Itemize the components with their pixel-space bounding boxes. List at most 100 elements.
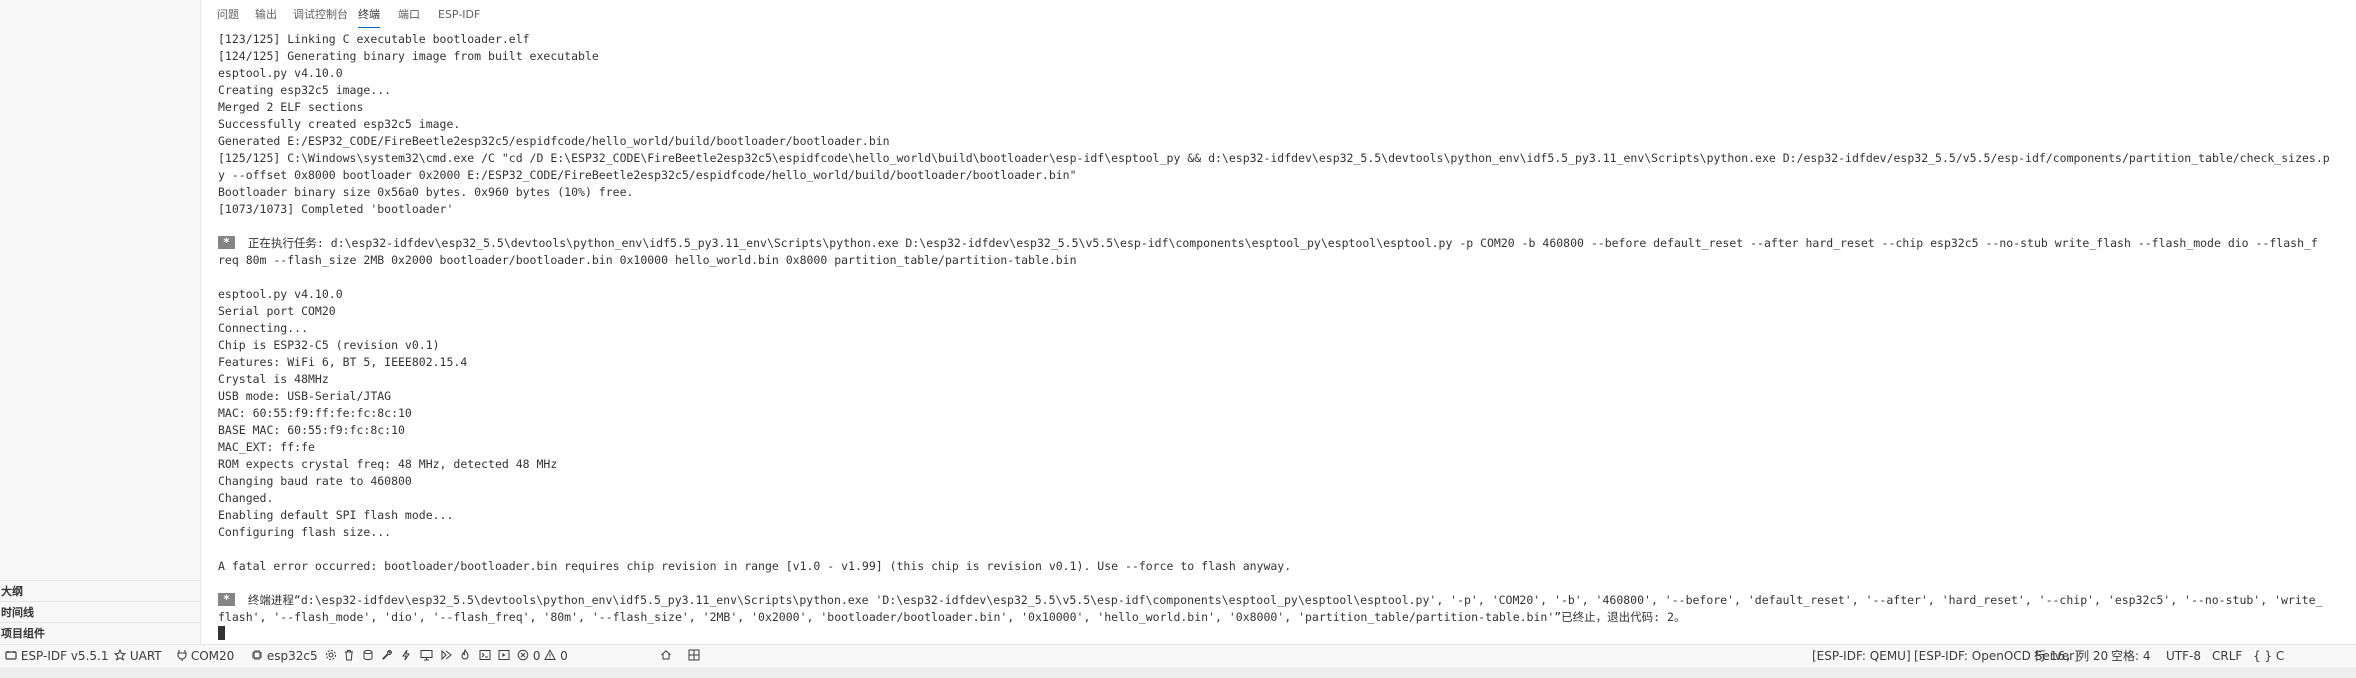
terminal-line-text: Configuring flash size... bbox=[218, 525, 392, 539]
terminal-line: Features: WiFi 6, BT 5, IEEE802.15.4 bbox=[218, 354, 467, 371]
terminal-line: req 80m --flash_size 2MB 0x2000 bootload… bbox=[218, 252, 1077, 269]
terminal-line: esptool.py v4.10.0 bbox=[218, 286, 343, 303]
error-icon bbox=[517, 646, 529, 668]
tab-terminal[interactable]: 终端 bbox=[358, 0, 380, 30]
terminal-line-text: esptool.py v4.10.0 bbox=[218, 287, 343, 301]
encoding-item[interactable]: UTF-8 bbox=[2166, 645, 2201, 667]
terminal-output[interactable]: [123/125] Linking C executable bootloade… bbox=[218, 31, 2356, 643]
terminal-line-text: Serial port COM20 bbox=[218, 304, 336, 318]
language-item[interactable]: { } C bbox=[2253, 645, 2284, 667]
tab-problems[interactable]: 问题 bbox=[217, 0, 239, 30]
terminal-line: Generated E:/ESP32_CODE/FireBeetle2esp32… bbox=[218, 133, 890, 150]
terminal-button[interactable] bbox=[479, 645, 491, 667]
terminal-line-text: MAC: 60:55:f9:ff:fe:fc:8c:10 bbox=[218, 406, 412, 420]
terminal-line-text: [125/125] C:\Windows\system32\cmd.exe /C… bbox=[218, 151, 2330, 165]
cursor-position[interactable]: 行 16，列 20 bbox=[2034, 645, 2108, 667]
home-button[interactable] bbox=[660, 645, 672, 667]
terminal-line: [124/125] Generating binary image from b… bbox=[218, 48, 599, 65]
terminal-line-text: ROM expects crystal freq: 48 MHz, detect… bbox=[218, 457, 558, 471]
terminal-line: Bootloader binary size 0x56a0 bytes. 0x9… bbox=[218, 184, 633, 201]
monitor-icon bbox=[420, 646, 433, 668]
clean-button[interactable] bbox=[343, 645, 355, 667]
flash-button[interactable] bbox=[400, 645, 412, 667]
target-label: esp32c5 bbox=[266, 649, 318, 663]
warning-count: 0 bbox=[560, 649, 568, 663]
trash-icon bbox=[343, 646, 355, 668]
terminal-line-text: req 80m --flash_size 2MB 0x2000 bootload… bbox=[218, 253, 1077, 267]
wrench-icon bbox=[381, 646, 393, 668]
terminal-line-text: MAC_EXT: ff:fe bbox=[218, 440, 315, 454]
window-bottom-edge bbox=[0, 667, 2356, 678]
terminal-line-text: Chip is ESP32-C5 (revision v0.1) bbox=[218, 338, 440, 352]
tab-esp-idf[interactable]: ESP-IDF bbox=[438, 0, 480, 30]
settings-button[interactable] bbox=[325, 645, 337, 667]
terminal-line: A fatal error occurred: bootloader/bootl… bbox=[218, 558, 1291, 575]
warning-icon bbox=[544, 646, 557, 668]
run-task-button[interactable] bbox=[498, 645, 510, 667]
tab-ports[interactable]: 端口 bbox=[398, 0, 420, 30]
build-flash-monitor-button[interactable] bbox=[459, 645, 471, 667]
terminal-line-text: USB mode: USB-Serial/JTAG bbox=[218, 389, 392, 403]
grid-icon bbox=[688, 646, 700, 668]
gear-icon bbox=[325, 646, 337, 668]
port-item[interactable]: COM20 bbox=[177, 645, 234, 667]
idf-version-item[interactable]: ESP-IDF v5.5.1 bbox=[5, 645, 108, 667]
project-components-section[interactable]: 项目组件 bbox=[0, 622, 200, 643]
terminal-line: Crystal is 48MHz bbox=[218, 371, 329, 388]
panel-tab-bar: 问题 输出 调试控制台 终端 端口 ESP-IDF bbox=[202, 0, 2356, 30]
terminal-line: USB mode: USB-Serial/JTAG bbox=[218, 388, 391, 405]
task-star-badge: * bbox=[218, 236, 235, 249]
terminal-line-text: Changing baud rate to 460800 bbox=[218, 474, 412, 488]
problems-item[interactable]: 0 0 bbox=[517, 645, 568, 667]
terminal-line: Chip is ESP32-C5 (revision v0.1) bbox=[218, 337, 440, 354]
language-braces-icon: { } bbox=[2253, 649, 2273, 663]
terminal-line bbox=[218, 626, 225, 643]
indentation-item[interactable]: 空格: 4 bbox=[2111, 645, 2151, 667]
terminal-line: Enabling default SPI flash mode... bbox=[218, 507, 453, 524]
debug-icon bbox=[440, 646, 452, 668]
star-icon bbox=[113, 646, 127, 668]
lightning-icon bbox=[400, 646, 412, 668]
size-analysis-button[interactable] bbox=[688, 645, 700, 667]
monitor-button[interactable] bbox=[420, 645, 433, 667]
terminal-line: Merged 2 ELF sections bbox=[218, 99, 363, 116]
terminal-line-text: Creating esp32c5 image... bbox=[218, 83, 392, 97]
terminal-line-text: 终端进程“d:\esp32-idfdev\esp32_5.5\devtools\… bbox=[241, 593, 2323, 607]
port-label: COM20 bbox=[190, 649, 235, 663]
task-star-badge: * bbox=[218, 593, 235, 606]
idf-version-label: ESP-IDF v5.5.1 bbox=[20, 649, 109, 663]
terminal-line: esptool.py v4.10.0 bbox=[218, 65, 343, 82]
terminal-line-text: Features: WiFi 6, BT 5, IEEE802.15.4 bbox=[218, 355, 468, 369]
terminal-line: Successfully created esp32c5 image. bbox=[218, 116, 460, 133]
outline-section[interactable]: 大纲 bbox=[0, 580, 200, 601]
language-label: C bbox=[2275, 649, 2285, 663]
terminal-line-text: Bootloader binary size 0x56a0 bytes. 0x9… bbox=[218, 185, 634, 199]
terminal-cursor bbox=[218, 626, 225, 640]
terminal-line: Changing baud rate to 460800 bbox=[218, 473, 412, 490]
timeline-section[interactable]: 时间线 bbox=[0, 601, 200, 622]
terminal-line-text: 正在执行任务: d:\esp32-idfdev\esp32_5.5\devtoo… bbox=[241, 236, 2318, 250]
terminal-line: y --offset 0x8000 bootloader 0x2000 E:/E… bbox=[218, 167, 1077, 184]
wrench-button[interactable] bbox=[381, 645, 393, 667]
terminal-line-text: flash', '--flash_mode', 'dio', '--flash_… bbox=[218, 610, 1686, 624]
eol-item[interactable]: CRLF bbox=[2212, 645, 2242, 667]
terminal-line-text: Generated E:/ESP32_CODE/FireBeetle2esp32… bbox=[218, 134, 890, 148]
terminal-line: [125/125] C:\Windows\system32\cmd.exe /C… bbox=[218, 150, 2330, 167]
target-item[interactable]: esp32c5 bbox=[251, 645, 318, 667]
terminal-line: ROM expects crystal freq: 48 MHz, detect… bbox=[218, 456, 557, 473]
terminal-line: MAC_EXT: ff:fe bbox=[218, 439, 315, 456]
terminal-line-text: y --offset 0x8000 bootloader 0x2000 E:/E… bbox=[218, 168, 1077, 182]
uart-item[interactable]: UART bbox=[113, 645, 162, 668]
build-button[interactable] bbox=[362, 645, 374, 667]
terminal-line-text: Successfully created esp32c5 image. bbox=[218, 117, 461, 131]
debug-button[interactable] bbox=[440, 645, 452, 667]
terminal-line: * 正在执行任务: d:\esp32-idfdev\esp32_5.5\devt… bbox=[218, 235, 2318, 252]
qemu-item[interactable]: [ESP-IDF: QEMU] bbox=[1812, 645, 1911, 667]
run-icon bbox=[498, 646, 510, 668]
tab-debug-console[interactable]: 调试控制台 bbox=[293, 0, 348, 30]
terminal-line-text: [123/125] Linking C executable bootloade… bbox=[218, 32, 530, 46]
terminal-line: * 终端进程“d:\esp32-idfdev\esp32_5.5\devtool… bbox=[218, 592, 2323, 609]
tab-output[interactable]: 输出 bbox=[255, 0, 277, 30]
terminal-line-text: A fatal error occurred: bootloader/bootl… bbox=[218, 559, 1292, 573]
terminal-line: flash', '--flash_mode', 'dio', '--flash_… bbox=[218, 609, 1685, 626]
